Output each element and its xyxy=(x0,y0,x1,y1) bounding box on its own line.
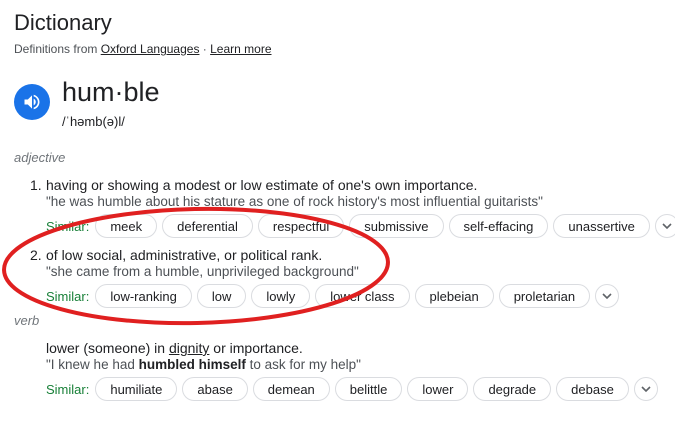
page-title: Dictionary xyxy=(14,10,112,35)
learn-more-link[interactable]: Learn more xyxy=(210,42,271,56)
verb-def-text: or importance. xyxy=(209,340,303,356)
source-line: Definitions from Oxford Languages · Lear… xyxy=(14,42,272,56)
synonym-chip[interactable]: submissive xyxy=(349,214,444,238)
chevron-down-icon xyxy=(662,223,672,230)
pronounce-button[interactable] xyxy=(14,84,50,120)
sense-example: "he was humble about his stature as one … xyxy=(46,194,543,209)
verb-example: "I knew he had humbled himself to ask fo… xyxy=(46,357,361,372)
synonym-chip[interactable]: unassertive xyxy=(553,214,650,238)
synonym-chip[interactable]: lower class xyxy=(315,284,410,308)
verb-def-text: lower (someone) in xyxy=(46,340,169,356)
oxford-languages-link[interactable]: Oxford Languages xyxy=(101,42,200,56)
sense-number: 1. xyxy=(30,177,42,193)
synonym-chip[interactable]: demean xyxy=(252,377,330,401)
dignity-link[interactable]: dignity xyxy=(169,340,209,356)
sense-example: "she came from a humble, unprivileged ba… xyxy=(46,264,359,279)
sense-number: 2. xyxy=(30,247,42,263)
similar-row: Similar: humiliate abase demean belittle… xyxy=(46,377,658,401)
expand-similar-button[interactable] xyxy=(595,284,620,308)
synonym-chip[interactable]: respectful xyxy=(257,214,345,238)
verb-example-highlight: humbled himself xyxy=(138,357,246,372)
part-of-speech-adjective: adjective xyxy=(14,150,66,165)
synonym-chip[interactable]: belittle xyxy=(334,377,403,401)
expand-similar-button[interactable] xyxy=(654,214,675,238)
expand-similar-button[interactable] xyxy=(633,377,658,401)
synonym-chip[interactable]: degrade xyxy=(473,377,552,401)
synonym-chip[interactable]: self-effacing xyxy=(448,214,549,238)
chevron-down-icon xyxy=(602,293,612,300)
synonym-chip[interactable]: lower xyxy=(407,377,469,401)
synonym-chip[interactable]: deferential xyxy=(162,214,253,238)
similar-label: Similar: xyxy=(46,288,90,304)
synonym-chip[interactable]: plebeian xyxy=(414,284,494,308)
synonym-chip[interactable]: debase xyxy=(556,377,629,401)
similar-label: Similar: xyxy=(46,218,90,234)
verb-example-text: "I knew he had xyxy=(46,357,139,372)
synonym-chip[interactable]: low xyxy=(196,284,247,308)
synonym-chip[interactable]: humiliate xyxy=(95,377,178,401)
source-prefix: Definitions from xyxy=(14,42,101,56)
synonym-chip[interactable]: abase xyxy=(182,377,248,401)
speaker-icon xyxy=(24,94,40,110)
similar-row: Similar: low-ranking low lowly lower cla… xyxy=(46,284,620,308)
similar-row: Similar: meek deferential respectful sub… xyxy=(46,214,675,238)
synonym-chip[interactable]: low-ranking xyxy=(95,284,192,308)
verb-example-text: to ask for my help" xyxy=(245,357,361,372)
sense-definition: of low social, administrative, or politi… xyxy=(46,247,323,263)
phonetic: /ˈhəmb(ə)l/ xyxy=(62,114,125,129)
synonym-chip[interactable]: meek xyxy=(95,214,158,238)
synonym-chip[interactable]: proletarian xyxy=(498,284,591,308)
chevron-down-icon xyxy=(641,386,651,393)
similar-label: Similar: xyxy=(46,381,90,397)
headword: hum·ble xyxy=(62,77,160,107)
part-of-speech-verb: verb xyxy=(14,313,40,328)
synonym-chip[interactable]: lowly xyxy=(251,284,311,308)
verb-definition: lower (someone) in dignity or importance… xyxy=(46,340,303,356)
sense-definition: having or showing a modest or low estima… xyxy=(46,177,478,193)
source-separator: · xyxy=(199,42,211,56)
